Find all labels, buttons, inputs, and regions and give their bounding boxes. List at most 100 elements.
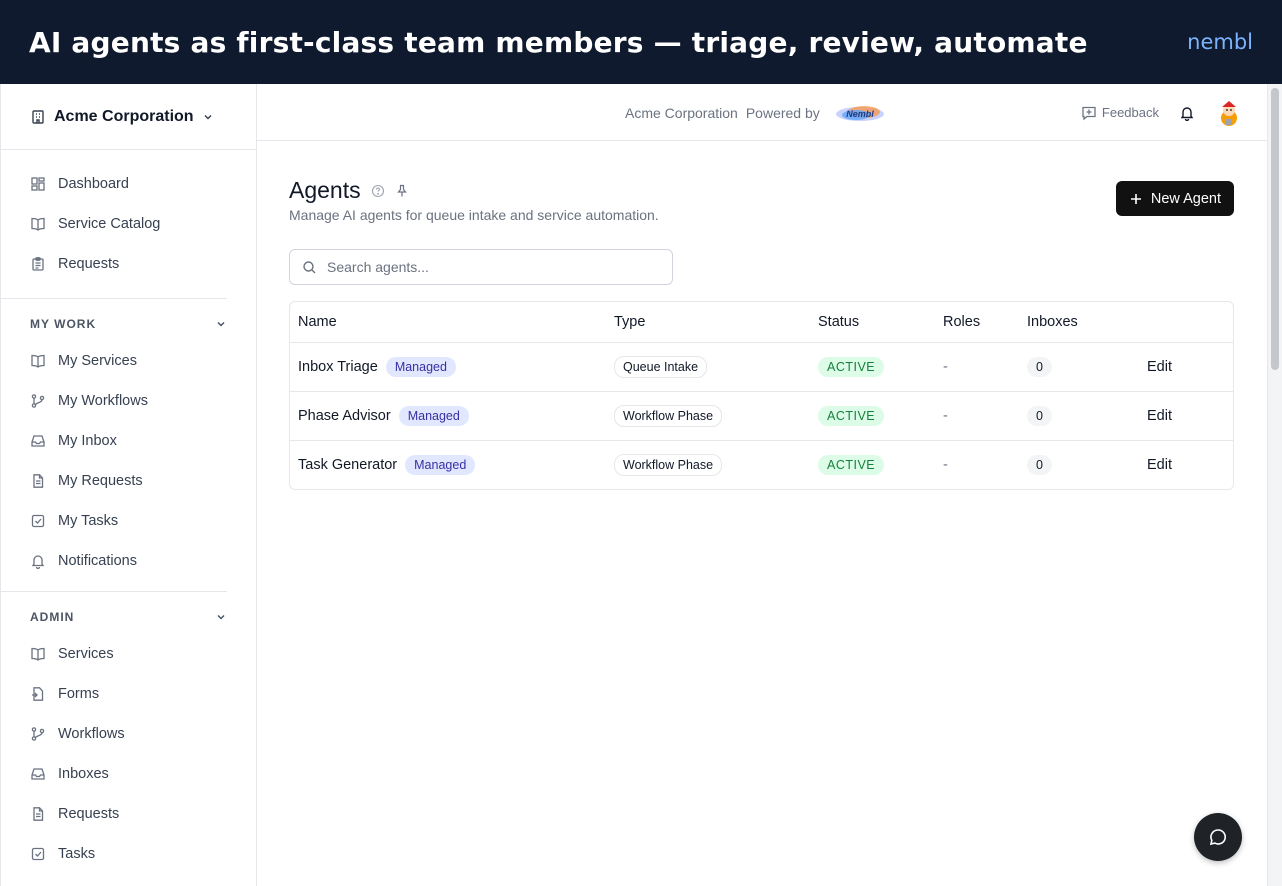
agent-name[interactable]: Inbox Triage <box>298 359 378 375</box>
workflow-icon <box>31 727 45 741</box>
edit-button[interactable]: Edit <box>1147 457 1172 473</box>
chevron-down-icon <box>204 114 212 120</box>
column-header-name[interactable]: Name <box>298 302 337 342</box>
chat-button[interactable] <box>1194 813 1242 861</box>
check-square-icon <box>31 847 45 861</box>
sidebar-item-label: Workflows <box>58 726 125 742</box>
inbox-count-badge: 0 <box>1027 357 1052 377</box>
sidebar-item-forms[interactable]: Forms <box>1 674 256 714</box>
sidebar-item-my-inbox[interactable]: My Inbox <box>1 421 256 461</box>
sidebar-item-tasks[interactable]: Tasks <box>1 834 256 874</box>
search-icon <box>303 260 316 273</box>
book-icon <box>31 354 45 368</box>
sidebar-item-my-tasks[interactable]: My Tasks <box>1 501 256 541</box>
sidebar-item-my-workflows[interactable]: My Workflows <box>1 381 256 421</box>
sidebar-item-dashboard[interactable]: Dashboard <box>1 164 256 204</box>
sidebar-item-inboxes[interactable]: Inboxes <box>1 754 256 794</box>
document-icon <box>33 807 44 821</box>
page-subtitle: Manage AI agents for queue intake and se… <box>289 207 659 223</box>
main-nav: Dashboard Service Catalog Requests <box>1 150 256 290</box>
org-switcher[interactable]: Acme Corporation <box>1 84 256 150</box>
sidebar-item-label: Forms <box>58 686 100 702</box>
pin-icon[interactable] <box>395 184 409 198</box>
building-icon <box>32 109 44 124</box>
column-header-inboxes[interactable]: Inboxes <box>1027 302 1078 342</box>
search-field[interactable] <box>289 249 673 285</box>
bell-icon[interactable] <box>1179 105 1195 121</box>
type-cell: Workflow Phase <box>614 441 723 489</box>
plus-icon <box>1130 193 1141 204</box>
table-header-row: Name Type Status Roles Inboxes <box>290 302 1233 342</box>
status-badge: ACTIVE <box>818 406 885 426</box>
agent-name[interactable]: Task Generator <box>298 457 397 473</box>
table-row[interactable]: Phase Advisor Managed Workflow Phase ACT… <box>290 391 1233 440</box>
sidebar-item-admin-requests[interactable]: Requests <box>1 794 256 834</box>
status-badge: ACTIVE <box>818 455 885 475</box>
edit-button[interactable]: Edit <box>1147 359 1172 375</box>
table-row[interactable]: Inbox Triage Managed Queue Intake ACTIVE… <box>290 342 1233 391</box>
status-cell: ACTIVE <box>818 392 885 440</box>
sidebar-item-my-requests[interactable]: My Requests <box>1 461 256 501</box>
managed-badge: Managed <box>385 357 456 377</box>
sidebar-item-services[interactable]: Services <box>1 634 256 674</box>
inboxes-cell: 0 <box>1027 392 1052 440</box>
powered-by: Acme Corporation Powered by Nembl <box>625 84 886 141</box>
roles-cell: - <box>943 441 948 489</box>
page-scrollbar[interactable] <box>1267 84 1282 886</box>
sidebar-item-label: My Requests <box>58 473 143 489</box>
page-title: Agents <box>289 177 361 203</box>
avatar[interactable] <box>1215 98 1243 127</box>
actions-cell: Edit <box>1147 441 1172 489</box>
column-header-type[interactable]: Type <box>614 302 645 342</box>
page-header: Agents Manage AI agents for queue intake… <box>289 141 1234 249</box>
column-header-status[interactable]: Status <box>818 302 859 342</box>
workflow-icon <box>31 394 45 408</box>
edit-button[interactable]: Edit <box>1147 408 1172 424</box>
sidebar-item-label: My Tasks <box>58 513 119 529</box>
agent-name-cell: Inbox Triage Managed <box>298 343 456 391</box>
divider <box>1 591 227 592</box>
inbox-icon <box>31 768 45 780</box>
sidebar-item-workflows[interactable]: Workflows <box>1 714 256 754</box>
type-badge: Workflow Phase <box>614 454 723 476</box>
help-icon[interactable] <box>371 184 385 198</box>
banner-title: AI agents as first-class team members — … <box>29 25 1088 59</box>
book-icon <box>31 217 45 231</box>
dashboard-icon <box>31 177 45 191</box>
sidebar-item-requests[interactable]: Requests <box>1 244 256 284</box>
inboxes-cell: 0 <box>1027 343 1052 391</box>
feedback-button[interactable]: Feedback <box>1081 105 1159 121</box>
promo-banner: AI agents as first-class team members — … <box>0 0 1282 84</box>
sidebar-item-service-catalog[interactable]: Service Catalog <box>1 204 256 244</box>
chat-bubble-icon <box>1209 829 1227 846</box>
org-name: Acme Corporation <box>54 107 194 125</box>
agents-table: Name Type Status Roles Inboxes Inbox Tri… <box>289 301 1234 490</box>
search-input[interactable] <box>327 259 647 275</box>
managed-badge: Managed <box>398 406 469 426</box>
column-header-roles[interactable]: Roles <box>943 302 980 342</box>
sidebar-item-label: Services <box>58 646 114 662</box>
powered-by-label: Powered by <box>745 104 820 121</box>
check-square-icon <box>31 514 45 528</box>
form-icon <box>32 687 44 701</box>
svg-text:Nembl: Nembl <box>846 109 874 119</box>
section-toggle-my-work[interactable]: MY WORK <box>1 307 256 341</box>
type-badge: Workflow Phase <box>614 405 723 427</box>
new-agent-button[interactable]: New Agent <box>1115 181 1234 216</box>
sidebar-item-my-services[interactable]: My Services <box>1 341 256 381</box>
sidebar-item-label: My Services <box>58 353 137 369</box>
table-row[interactable]: Task Generator Managed Workflow Phase AC… <box>290 440 1233 489</box>
scrollbar-thumb[interactable] <box>1271 88 1279 370</box>
sidebar-item-label: Service Catalog <box>58 216 161 232</box>
brand-name[interactable]: nembl <box>1187 30 1253 54</box>
status-badge: ACTIVE <box>818 357 885 377</box>
divider <box>1 298 227 299</box>
sidebar-item-label: Requests <box>58 256 120 272</box>
section-toggle-admin[interactable]: ADMIN <box>1 600 256 634</box>
sidebar: Acme Corporation Dashboard Service Catal… <box>0 84 257 886</box>
chevron-down-icon <box>217 321 225 327</box>
agent-name[interactable]: Phase Advisor <box>298 408 391 424</box>
actions-cell: Edit <box>1147 343 1172 391</box>
sidebar-item-label: Dashboard <box>58 176 129 192</box>
sidebar-item-notifications[interactable]: Notifications <box>1 541 256 581</box>
